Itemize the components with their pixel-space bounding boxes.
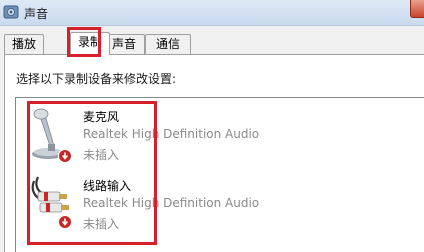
device-highlight-box bbox=[27, 101, 157, 245]
close-button[interactable] bbox=[410, 0, 424, 18]
speaker-icon bbox=[3, 4, 19, 20]
tab-highlight-box bbox=[67, 27, 101, 57]
tab-playback[interactable]: 播放 bbox=[4, 34, 44, 54]
title-bar: 声音 bbox=[0, 0, 424, 26]
instruction-text: 选择以下录制设备来修改设置: bbox=[16, 72, 177, 86]
window-title: 声音 bbox=[24, 7, 49, 21]
tab-communications[interactable]: 通信 bbox=[145, 34, 191, 54]
